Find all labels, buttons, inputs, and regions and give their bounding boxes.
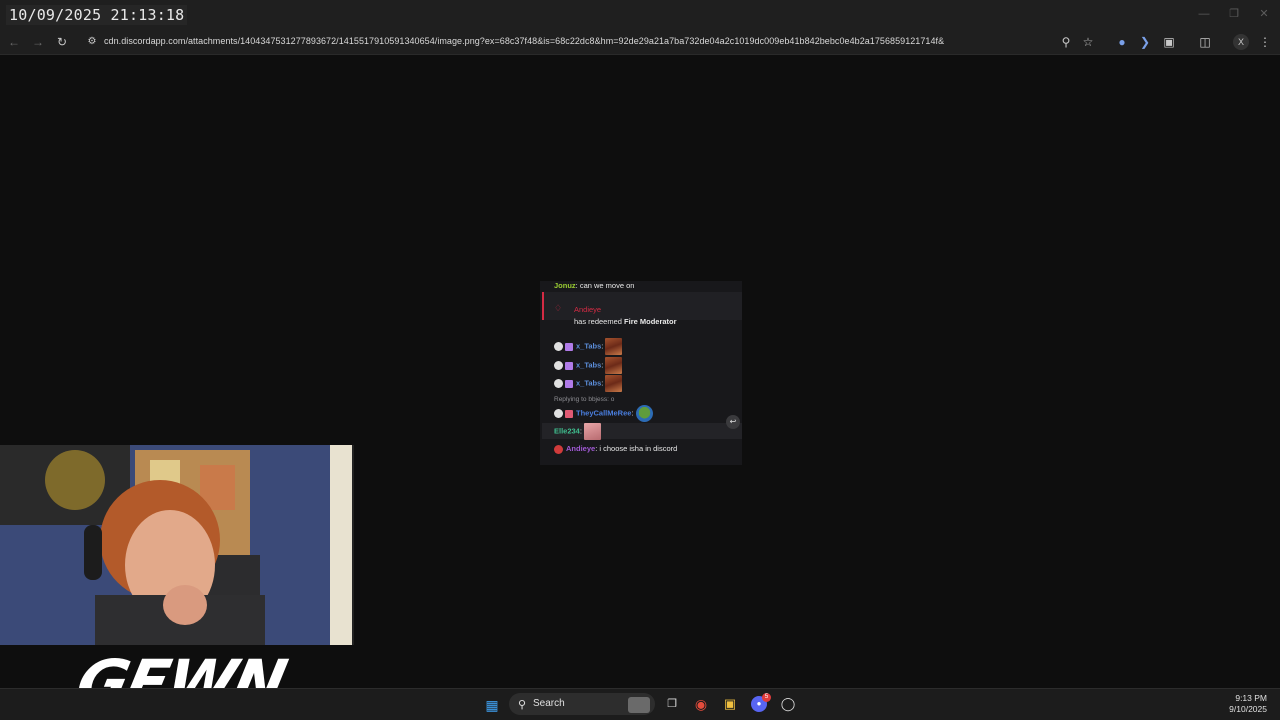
emote-icon xyxy=(605,357,623,374)
chat-separator: : xyxy=(579,426,582,436)
redeem-username: Andieye xyxy=(574,305,602,314)
chat-username: x_Tabs xyxy=(576,360,602,370)
webcam-feed xyxy=(0,445,354,645)
bookmark-star-icon[interactable]: ☆ xyxy=(1080,34,1096,50)
moderator-badge-icon xyxy=(554,379,563,388)
chat-username: x_Tabs xyxy=(576,341,602,351)
reload-icon[interactable]: ↻ xyxy=(54,34,70,50)
sub-gift-badge-icon xyxy=(565,361,573,370)
taskbar-search-label: Search xyxy=(533,698,565,709)
profile-avatar-icon[interactable]: X xyxy=(1233,34,1249,50)
emote-icon xyxy=(605,375,623,392)
back-icon[interactable]: ← xyxy=(6,34,22,50)
moderator-badge-icon xyxy=(554,409,563,418)
side-panel-icon[interactable]: ◫ xyxy=(1197,34,1213,50)
redeem-prefix: has redeemed xyxy=(574,317,625,326)
chat-line-jonuz: Jonuz: can we move on xyxy=(554,281,634,290)
chat-username: TheyCallMeRee xyxy=(576,408,632,418)
chat-line-andieye: Andieye: i choose isha in discord xyxy=(554,444,677,454)
url-text[interactable]: cdn.discordapp.com/attachments/140434753… xyxy=(104,36,944,46)
file-explorer-icon[interactable]: ▣ xyxy=(722,696,738,712)
chat-separator: : xyxy=(601,360,604,370)
chat-line-tabs: x_Tabs: xyxy=(554,338,623,355)
close-icon[interactable]: ✕ xyxy=(1256,6,1272,22)
site-info-icon[interactable]: ⚙ xyxy=(84,34,100,50)
redemption-card xyxy=(542,292,742,320)
redeem-reward: Fire Moderator xyxy=(624,317,677,326)
chat-separator: : xyxy=(631,408,634,418)
chat-line-reply: TheyCallMeRee: xyxy=(554,405,653,422)
menu-kebab-icon[interactable]: ⋮ xyxy=(1257,34,1273,50)
chat-username: x_Tabs xyxy=(576,378,602,388)
moderator-badge-icon xyxy=(554,342,563,351)
chat-line-elle: Elle234: xyxy=(554,423,602,440)
browser-titlebar xyxy=(0,0,1280,30)
windows-start-icon[interactable]: ▦ xyxy=(484,697,500,713)
chrome-icon[interactable]: ◉ xyxy=(693,696,709,712)
taskbar-time[interactable]: 9:13 PM xyxy=(1235,693,1267,703)
sub-gift-badge-icon xyxy=(565,379,573,388)
zoom-icon[interactable]: ⚲ xyxy=(1058,34,1074,50)
app-icon[interactable]: ◯ xyxy=(780,696,796,712)
chat-separator: : xyxy=(601,378,604,388)
webcam-image xyxy=(0,445,352,645)
redeem-text: has redeemed Fire Moderator xyxy=(574,317,677,326)
chat-screenshot-image[interactable]: Jonuz: can we move on ♢ Andieye has rede… xyxy=(540,281,742,465)
chat-message: : i choose isha in discord xyxy=(595,444,678,453)
moderator-badge-icon xyxy=(554,361,563,370)
sub-gift-badge-icon xyxy=(565,342,573,351)
extension-audio-icon[interactable]: ❯ xyxy=(1137,34,1153,50)
forward-icon[interactable]: → xyxy=(30,34,46,50)
extension-headset-icon[interactable]: ● xyxy=(1114,34,1130,50)
task-view-icon[interactable]: ❐ xyxy=(664,696,680,712)
chat-line-tabs: x_Tabs: xyxy=(554,357,623,374)
restore-icon[interactable]: ❐ xyxy=(1226,6,1242,22)
reply-arrow-icon[interactable]: ↩ xyxy=(726,415,740,429)
chat-username: Andieye xyxy=(566,444,596,453)
emote-icon xyxy=(584,423,602,440)
extensions-puzzle-icon[interactable]: ▣ xyxy=(1161,34,1177,50)
chat-message: : can we move on xyxy=(575,281,635,290)
discord-notification-badge: 5 xyxy=(762,693,771,702)
chat-separator: : xyxy=(601,341,604,351)
chat-username: Jonuz xyxy=(554,281,576,290)
pepe-emote-icon xyxy=(635,405,653,422)
redeem-icon: ♢ xyxy=(554,303,563,313)
search-highlight-icon[interactable] xyxy=(628,697,650,713)
stream-datetime-overlay: 10/09/2025 21:13:18 xyxy=(6,5,188,25)
taskbar-date[interactable]: 9/10/2025 xyxy=(1229,704,1267,714)
user-badge-icon xyxy=(554,444,563,454)
chat-username: Elle234 xyxy=(554,426,580,436)
reply-context: Replying to bbjess: o xyxy=(554,396,615,403)
sub-badge-icon xyxy=(565,409,573,418)
emote-icon xyxy=(605,338,623,355)
chat-line-tabs: x_Tabs: xyxy=(554,375,623,392)
minimize-icon[interactable]: — xyxy=(1196,6,1212,22)
search-icon: ⚲ xyxy=(517,699,527,711)
